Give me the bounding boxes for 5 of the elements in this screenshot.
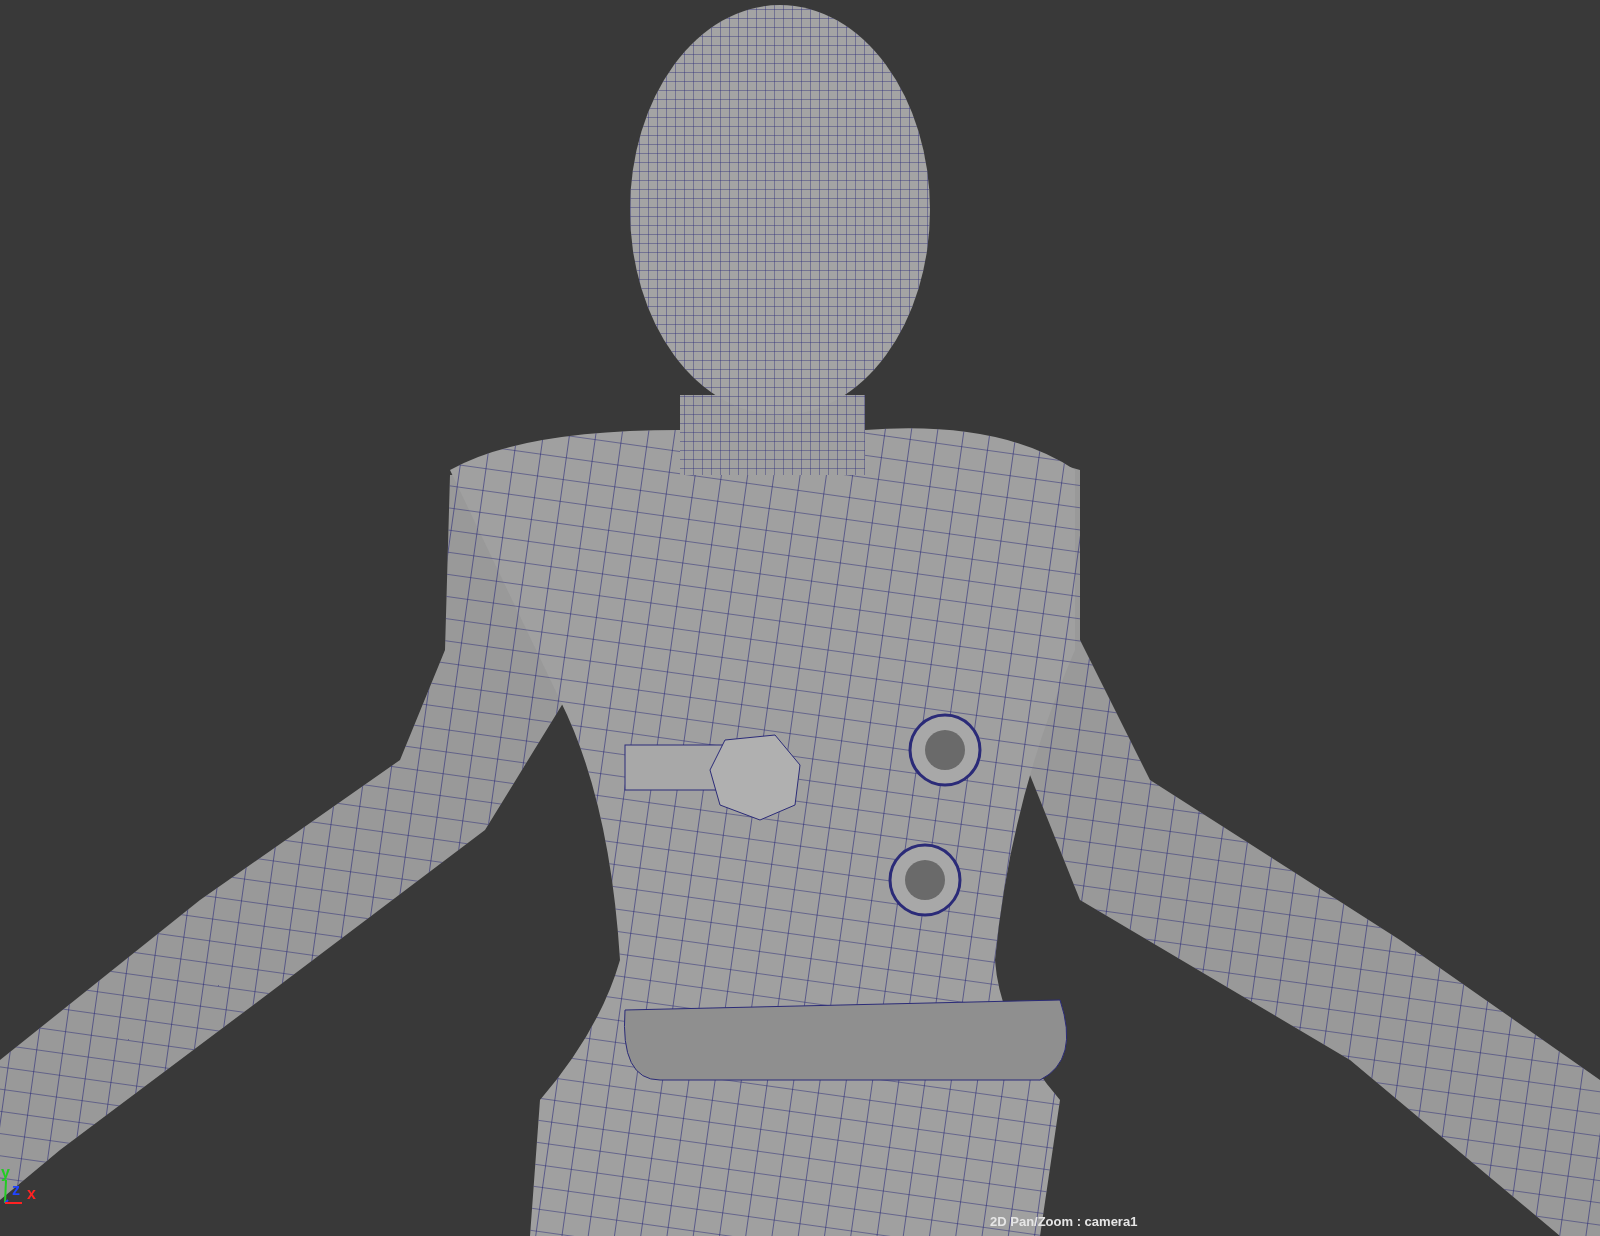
axis-label: y xyxy=(1,1165,10,1181)
axis-gizmo-icon xyxy=(4,1179,23,1204)
axis-label: z xyxy=(12,1182,20,1198)
axis-label: x xyxy=(27,1186,36,1202)
hud-label: 2D Pan/Zoom : camera1 xyxy=(990,1213,1138,1231)
